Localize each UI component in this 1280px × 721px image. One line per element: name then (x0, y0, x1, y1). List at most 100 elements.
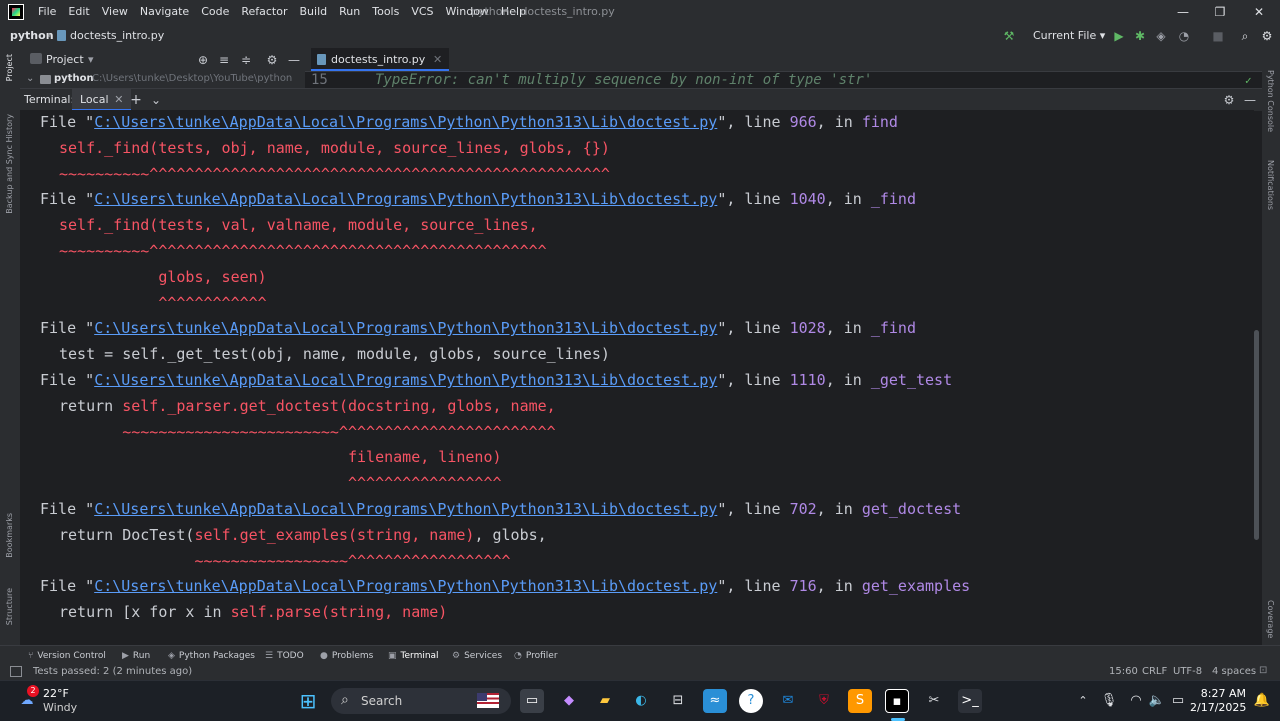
weather-temp[interactable]: 22°F (43, 687, 69, 700)
terminal-line: return self._parser.get_doctest(docstrin… (59, 396, 556, 416)
hide-panel-icon[interactable]: — (286, 48, 302, 72)
taskbar-search[interactable]: ⌕ Search (331, 688, 511, 714)
clock-time[interactable]: 8:27 AM (1196, 687, 1246, 700)
terminal-app-icon[interactable]: >_ (958, 689, 982, 713)
pycharm-icon[interactable]: ▪ (885, 689, 909, 713)
traceback-file-link[interactable]: C:\Users\tunke\AppData\Local\Programs\Py… (94, 190, 717, 208)
close-window-button[interactable]: ✕ (1244, 0, 1274, 24)
tool-services[interactable]: ⚙ Services (452, 646, 502, 666)
expand-all-icon[interactable]: ≡ (216, 48, 232, 72)
tool-todo[interactable]: ☰ TODO (265, 646, 304, 666)
breadcrumb-file[interactable]: doctests_intro.py (70, 24, 164, 48)
editor-tab-doctests-intro[interactable]: doctests_intro.py ✕ (311, 48, 450, 71)
microphone-icon[interactable]: 🎙 (1097, 689, 1121, 713)
menu-edit[interactable]: Edit (62, 0, 95, 24)
mcafee-app-icon[interactable]: ≈ (703, 689, 727, 713)
project-panel-title[interactable]: Project (46, 48, 84, 71)
coverage-icon[interactable]: ◈ (1153, 24, 1169, 48)
store-icon[interactable]: ⊟ (666, 689, 690, 713)
traceback-file-link[interactable]: C:\Users\tunke\AppData\Local\Programs\Py… (94, 577, 717, 595)
tool-run[interactable]: ▶ Run (122, 646, 150, 666)
profile-icon[interactable]: ◔ (1176, 24, 1192, 48)
notification-bell-icon[interactable]: 🔔 (1250, 689, 1274, 713)
notifications-tool-label[interactable]: Notifications (1266, 160, 1275, 210)
terminal-scrollbar[interactable] (1254, 330, 1259, 540)
chevron-down-icon[interactable]: ▾ (88, 48, 94, 71)
search-icon[interactable]: ⌕ (1237, 24, 1253, 48)
task-view-icon[interactable]: ▭ (520, 689, 544, 713)
python-file-icon (57, 30, 66, 41)
locate-icon[interactable]: ⊕ (195, 48, 211, 72)
traceback-file-prefix: File " (40, 319, 95, 338)
collapse-all-icon[interactable]: ≑ (238, 48, 254, 72)
menu-file[interactable]: File (32, 0, 62, 24)
chevron-down-icon[interactable]: ⌄ (148, 88, 164, 112)
pycharm-logo-icon[interactable] (8, 4, 24, 20)
traceback-file-link[interactable]: C:\Users\tunke\AppData\Local\Programs\Py… (94, 319, 717, 337)
menu-build[interactable]: Build (294, 0, 334, 24)
outlook-icon[interactable]: ✉ (776, 689, 800, 713)
backup-sync-tool-label[interactable]: Backup and Sync History (5, 114, 14, 214)
caret-position[interactable]: 15:60 (1109, 666, 1138, 677)
traceback-file-link[interactable]: C:\Users\tunke\AppData\Local\Programs\Py… (94, 113, 717, 131)
status-message[interactable]: Tests passed: 2 (2 minutes ago) (33, 666, 192, 677)
tool-version-control[interactable]: ⑂ Version Control (28, 646, 106, 666)
close-tab-icon[interactable]: ✕ (433, 48, 442, 71)
run-config-selector[interactable]: Current File ▾ (1025, 27, 1113, 45)
chevron-up-icon[interactable]: ⌃ (1071, 689, 1095, 713)
maximize-button[interactable]: ❐ (1205, 0, 1235, 24)
tool-problems[interactable]: ● Problems (320, 646, 373, 666)
edge-icon[interactable]: ◐ (629, 689, 653, 713)
python-console-tool-label[interactable]: Python Console (1266, 70, 1275, 132)
gear-icon[interactable]: ⚙ (1221, 88, 1237, 112)
menu-navigate[interactable]: Navigate (134, 0, 195, 24)
gear-icon[interactable]: ⚙ (264, 48, 280, 72)
settings-icon[interactable]: ⚙ (1259, 24, 1275, 48)
traceback-file-link[interactable]: C:\Users\tunke\AppData\Local\Programs\Py… (94, 371, 717, 389)
tool-python-packages[interactable]: ◈ Python Packages (168, 646, 255, 666)
help-icon[interactable]: ? (739, 689, 763, 713)
lock-icon[interactable]: ⊡ (1259, 665, 1267, 676)
line-separator[interactable]: CRLF (1142, 666, 1167, 677)
copilot-icon[interactable]: ◆ (557, 689, 581, 713)
terminal-line: ~~~~~~~~~~^^^^^^^^^^^^^^^^^^^^^^^^^^^^^^… (59, 241, 547, 261)
weather-desc[interactable]: Windy (43, 701, 77, 714)
file-explorer-icon[interactable]: ▰ (593, 689, 617, 713)
run-icon[interactable]: ▶ (1111, 24, 1127, 48)
terminal-tab-local[interactable]: Local ✕ (72, 89, 131, 111)
clock-date[interactable]: 2/17/2025 (1190, 701, 1246, 714)
close-tab-icon[interactable]: ✕ (114, 89, 123, 111)
windows-start-icon[interactable]: ⊞ (296, 689, 320, 713)
minimize-button[interactable]: — (1168, 0, 1198, 24)
hide-panel-icon[interactable]: — (1242, 88, 1258, 112)
stop-icon[interactable]: ■ (1210, 24, 1226, 48)
battery-icon[interactable]: ▭ (1166, 689, 1190, 713)
traceback-code: return [x for x in (59, 603, 231, 622)
debug-icon[interactable]: ✱ (1132, 24, 1148, 48)
snipping-tool-icon[interactable]: ✂ (922, 689, 946, 713)
traceback-file-link[interactable]: C:\Users\tunke\AppData\Local\Programs\Py… (94, 500, 717, 518)
bookmarks-tool-label[interactable]: Bookmarks (5, 513, 14, 558)
menu-view[interactable]: View (96, 0, 134, 24)
project-tool-label[interactable]: Project (5, 54, 14, 81)
project-root-label[interactable]: python (54, 73, 94, 84)
menu-tools[interactable]: Tools (366, 0, 405, 24)
menu-vcs[interactable]: VCS (405, 0, 439, 24)
menu-run[interactable]: Run (333, 0, 366, 24)
chevron-down-icon[interactable]: ⌄ (26, 73, 34, 84)
new-tab-icon[interactable]: + (128, 88, 144, 112)
terminal-output[interactable]: File "C:\Users\tunke\AppData\Local\Progr… (20, 110, 1254, 645)
menu-refactor[interactable]: Refactor (235, 0, 293, 24)
indent-setting[interactable]: 4 spaces (1212, 666, 1256, 677)
tool-terminal[interactable]: ▣ Terminal (388, 646, 439, 666)
file-encoding[interactable]: UTF-8 (1173, 666, 1202, 677)
tool-profiler[interactable]: ◔ Profiler (514, 646, 558, 666)
traceback-code: return DocTest( (59, 525, 195, 544)
menu-code[interactable]: Code (195, 0, 235, 24)
sublime-icon[interactable]: S (848, 689, 872, 713)
hammer-build-icon[interactable]: ⚒ (1001, 24, 1017, 48)
coverage-tool-label[interactable]: Coverage (1266, 600, 1275, 638)
structure-tool-label[interactable]: Structure (5, 588, 14, 625)
mcafee-shield-icon[interactable]: ⛨ (812, 689, 836, 713)
panel-toggle-icon[interactable] (10, 666, 22, 677)
